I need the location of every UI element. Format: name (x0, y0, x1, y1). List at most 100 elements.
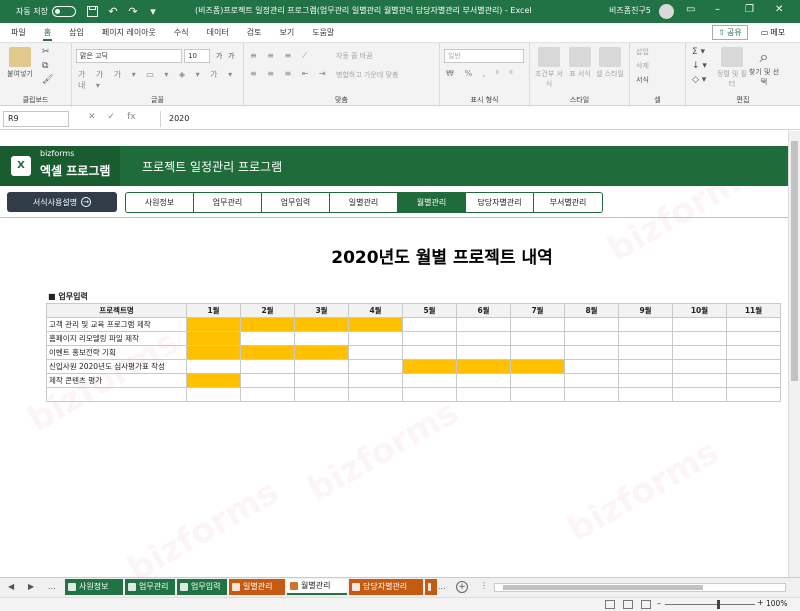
font-shrink-icon[interactable]: 가 (228, 51, 234, 61)
tab-insert[interactable]: 삽입 (60, 23, 93, 42)
month-cell[interactable] (564, 317, 619, 332)
month-cell[interactable] (672, 331, 727, 346)
font-style-icons[interactable]: 가 가 가 ▾ ▭ ▾ ◈ ▾ 가 ▾ 내 ▾ (78, 69, 243, 91)
month-cell-active[interactable] (240, 345, 295, 360)
guide-button[interactable]: 서식사용설명 → (7, 192, 117, 212)
month-cell-active[interactable] (186, 331, 241, 346)
month-cell[interactable] (618, 359, 673, 374)
month-cell[interactable] (672, 387, 727, 402)
month-cell[interactable] (456, 317, 511, 332)
month-cell[interactable] (726, 387, 781, 402)
month-cell[interactable] (564, 345, 619, 360)
vertical-align-icons[interactable]: ≡ ≡ ≡ ⟋ (250, 51, 311, 61)
sheet-tab[interactable] (425, 579, 437, 595)
month-cell[interactable] (510, 331, 565, 346)
paste-button[interactable]: 붙여넣기 (5, 47, 35, 79)
month-cell[interactable] (402, 331, 457, 346)
month-cell[interactable] (348, 387, 403, 402)
cell-styles-button[interactable]: 셀 스타일 (596, 47, 624, 79)
month-cell[interactable] (240, 373, 295, 388)
page-layout-view-icon[interactable] (623, 600, 633, 609)
month-cell[interactable] (726, 317, 781, 332)
month-cell[interactable] (672, 345, 727, 360)
month-cell-active[interactable] (456, 359, 511, 374)
nav-daily-management[interactable]: 일별관리 (330, 193, 398, 212)
month-cell[interactable] (618, 331, 673, 346)
month-cell-active[interactable] (510, 359, 565, 374)
sheet-tab[interactable]: 업무입력 (177, 579, 227, 595)
scrollbar-thumb[interactable] (791, 141, 798, 381)
nav-employee-info[interactable]: 사원정보 (126, 193, 194, 212)
minimize-icon[interactable]: – (715, 4, 720, 15)
delete-cells-button[interactable]: 삭제 (636, 61, 649, 71)
month-cell[interactable] (294, 373, 349, 388)
tab-file[interactable]: 파일 (2, 23, 35, 42)
zoom-slider[interactable] (665, 604, 755, 605)
undo-icon[interactable]: ↶ (106, 5, 120, 19)
month-cell[interactable] (294, 359, 349, 374)
month-cell[interactable] (456, 373, 511, 388)
month-cell[interactable] (618, 387, 673, 402)
conditional-format-button[interactable]: 조건부 서식 (534, 47, 564, 89)
number-format-select[interactable]: 일반 (444, 49, 524, 63)
add-sheet-icon[interactable]: + (456, 581, 468, 593)
tab-formulas[interactable]: 수식 (165, 23, 198, 42)
project-name-cell[interactable] (46, 387, 187, 402)
month-cell[interactable] (672, 317, 727, 332)
scrollbar-thumb[interactable] (503, 585, 703, 590)
save-icon[interactable] (86, 5, 100, 19)
month-cell[interactable] (348, 345, 403, 360)
scroll-tabs-left-icon[interactable]: ◀ (8, 582, 14, 591)
tab-data[interactable]: 데이터 (198, 23, 238, 42)
more-tabs-left[interactable]: ... (48, 582, 56, 591)
zoom-level[interactable]: 100% (766, 599, 787, 608)
nav-by-manager[interactable]: 담당자별관리 (466, 193, 534, 212)
month-cell[interactable] (564, 359, 619, 374)
month-cell[interactable] (672, 359, 727, 374)
month-cell[interactable] (240, 359, 295, 374)
restore-icon[interactable]: ❐ (745, 4, 754, 15)
month-cell[interactable] (672, 373, 727, 388)
month-cell[interactable] (726, 345, 781, 360)
month-cell[interactable] (564, 373, 619, 388)
month-cell-active[interactable] (402, 359, 457, 374)
month-cell[interactable] (240, 331, 295, 346)
avatar[interactable] (659, 4, 674, 19)
month-cell[interactable] (618, 345, 673, 360)
month-cell[interactable] (456, 345, 511, 360)
autosum-icon[interactable]: Σ ▾ (692, 47, 705, 57)
sheet-tab[interactable]: 일별관리 (229, 579, 285, 595)
month-cell[interactable] (294, 387, 349, 402)
format-cells-button[interactable]: 서식 (636, 75, 649, 85)
more-tabs-right[interactable]: ... (438, 582, 446, 591)
redo-icon[interactable]: ↷ (126, 5, 140, 19)
sheet-tab[interactable]: 업무관리 (125, 579, 175, 595)
nav-monthly-management[interactable]: 월별관리 (398, 193, 466, 212)
month-cell[interactable] (186, 387, 241, 402)
month-cell-active[interactable] (186, 373, 241, 388)
month-cell[interactable] (402, 345, 457, 360)
user-name[interactable]: 비즈폼친구5 (609, 5, 651, 16)
share-button[interactable]: ⇧ 공유 (712, 25, 748, 40)
close-icon[interactable]: ✕ (775, 4, 783, 15)
project-name-cell[interactable]: 제작 콘텐츠 평가 (46, 373, 187, 388)
month-cell[interactable] (402, 317, 457, 332)
month-cell[interactable] (618, 317, 673, 332)
vertical-scrollbar[interactable] (788, 131, 800, 577)
horizontal-scrollbar[interactable] (494, 583, 786, 592)
zoom-out-icon[interactable]: – (657, 599, 661, 608)
month-cell[interactable] (240, 387, 295, 402)
horizontal-align-icons[interactable]: ≡ ≡ ≡ ⇤ ⇥ (250, 69, 330, 78)
tab-split-handle[interactable]: ⋮ (480, 581, 488, 590)
nav-task-management[interactable]: 업무관리 (194, 193, 262, 212)
format-painter-icon[interactable]: 🖌 (42, 75, 53, 85)
month-cell-active[interactable] (186, 317, 241, 332)
number-format-icons[interactable]: ₩ % , ⁰ ⁰ (446, 69, 517, 78)
month-cell[interactable] (510, 345, 565, 360)
month-cell[interactable] (348, 359, 403, 374)
wrap-text-button[interactable]: 자동 줄 바꿈 (336, 51, 373, 61)
project-name-cell[interactable]: 고객 관리 및 교육 프로그램 제작 (46, 317, 187, 332)
insert-cells-button[interactable]: 삽입 (636, 47, 649, 57)
page-break-view-icon[interactable] (641, 600, 651, 609)
enter-icon[interactable]: ✓ (108, 112, 116, 122)
